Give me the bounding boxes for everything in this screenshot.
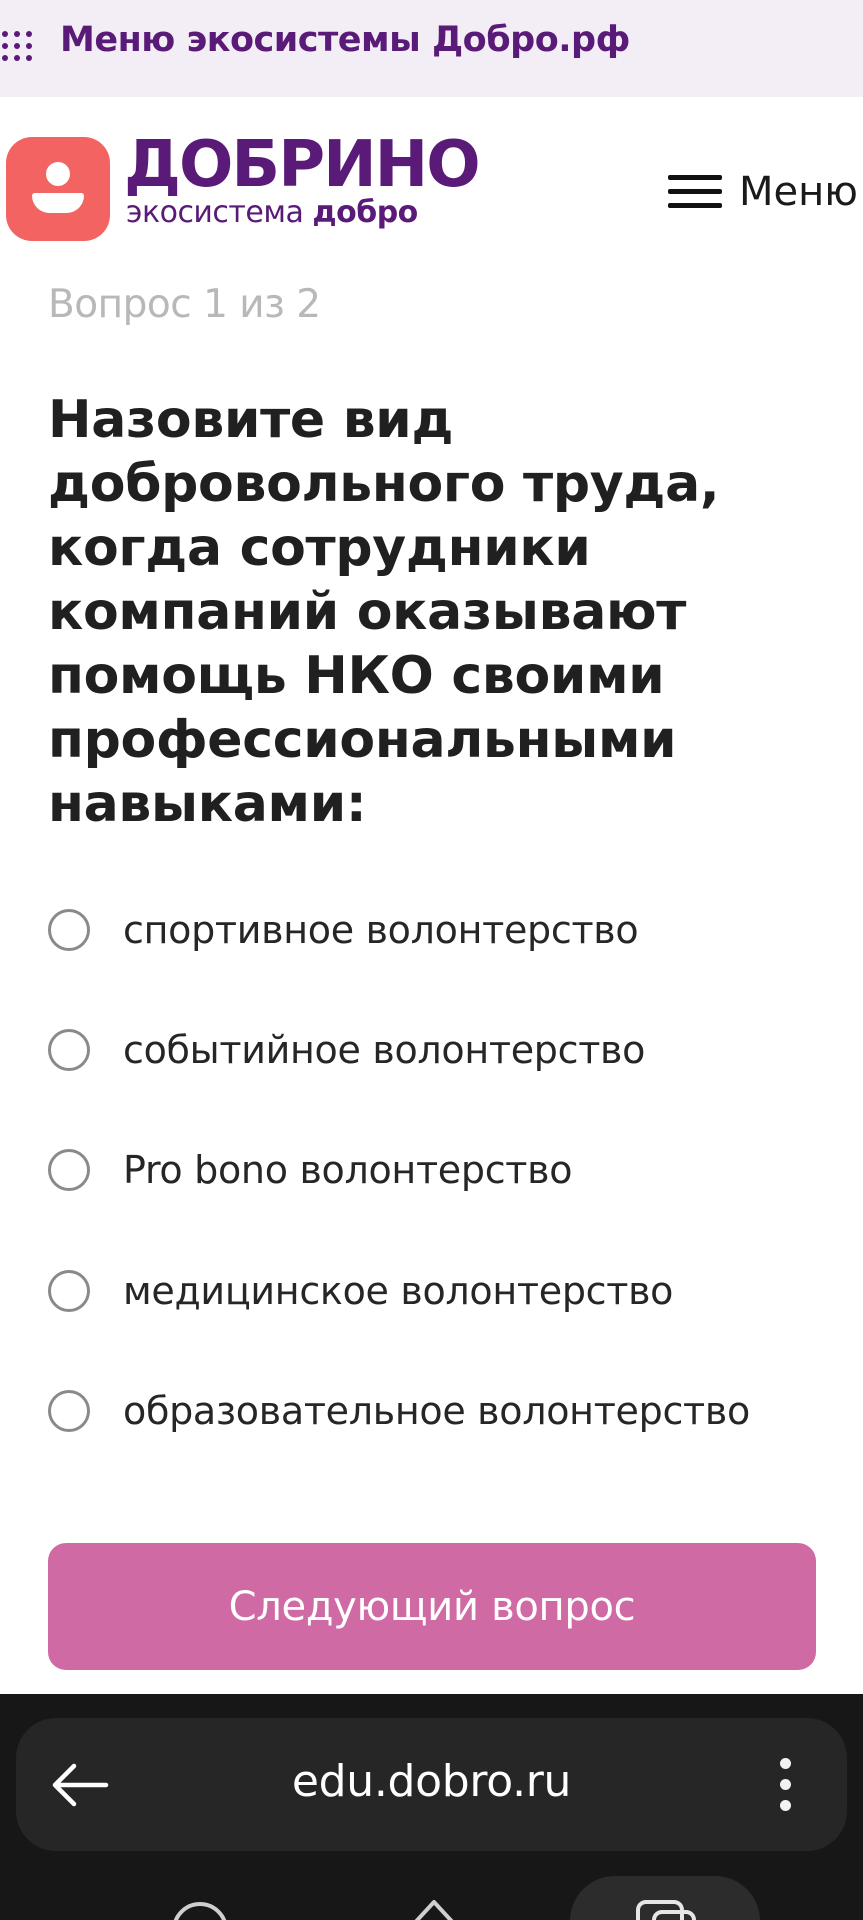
hamburger-icon xyxy=(668,173,722,211)
radio-button[interactable] xyxy=(48,1149,90,1191)
browser-nav-icon[interactable] xyxy=(168,1898,232,1920)
question-text: Назовите вид добровольного труда, когда … xyxy=(48,390,720,834)
radio-button[interactable] xyxy=(48,1270,90,1312)
radio-button[interactable] xyxy=(48,909,90,951)
answer-label: медицинское волонтерство xyxy=(123,1269,674,1313)
address-bar[interactable]: edu.dobro.ru xyxy=(16,1718,847,1851)
tabs-icon[interactable] xyxy=(632,1898,702,1920)
brand-subtitle: экосистема добро xyxy=(126,197,418,229)
answer-option[interactable]: событийное волонтерство xyxy=(48,1020,645,1080)
brand-subtitle-prefix: экосистема xyxy=(126,195,313,230)
question-counter: Вопрос 1 из 2 xyxy=(48,282,321,327)
answer-option[interactable]: Pro bono волонтерство xyxy=(48,1140,572,1200)
answer-option[interactable]: медицинское волонтерство xyxy=(48,1261,673,1321)
answer-label: спортивное волонтерство xyxy=(123,908,639,952)
menu-button[interactable]: Меню xyxy=(668,167,858,217)
answer-option[interactable]: спортивное волонтерство xyxy=(48,900,639,960)
answer-label: событийное волонтерство xyxy=(123,1028,646,1072)
answer-option[interactable]: образовательное волонтерство xyxy=(48,1381,750,1441)
person-logo-icon[interactable] xyxy=(6,137,110,241)
browser-bottom-nav xyxy=(0,1870,863,1920)
brand-subtitle-strong: добро xyxy=(312,195,418,230)
radio-button[interactable] xyxy=(48,1029,90,1071)
brand-name[interactable]: ДОБРИНО xyxy=(124,133,481,197)
next-question-button[interactable]: Следующий вопрос xyxy=(48,1543,816,1670)
more-vertical-icon[interactable] xyxy=(780,1758,792,1812)
page: Меню экосистемы Добро.рф ДОБРИНО экосист… xyxy=(0,0,863,1920)
ecosystem-menu-title[interactable]: Меню экосистемы Добро.рф xyxy=(60,20,630,60)
ecosystem-menu-bar[interactable]: Меню экосистемы Добро.рф xyxy=(0,0,863,97)
site-header: ДОБРИНО экосистема добро Меню xyxy=(0,97,863,247)
grid-dots-icon xyxy=(2,31,32,61)
home-icon[interactable] xyxy=(402,1898,466,1920)
radio-button[interactable] xyxy=(48,1390,90,1432)
url-text[interactable]: edu.dobro.ru xyxy=(16,1756,847,1807)
answer-label: образовательное волонтерство xyxy=(123,1389,750,1433)
answer-label: Pro bono волонтерство xyxy=(123,1148,573,1192)
menu-label: Меню xyxy=(739,169,858,215)
